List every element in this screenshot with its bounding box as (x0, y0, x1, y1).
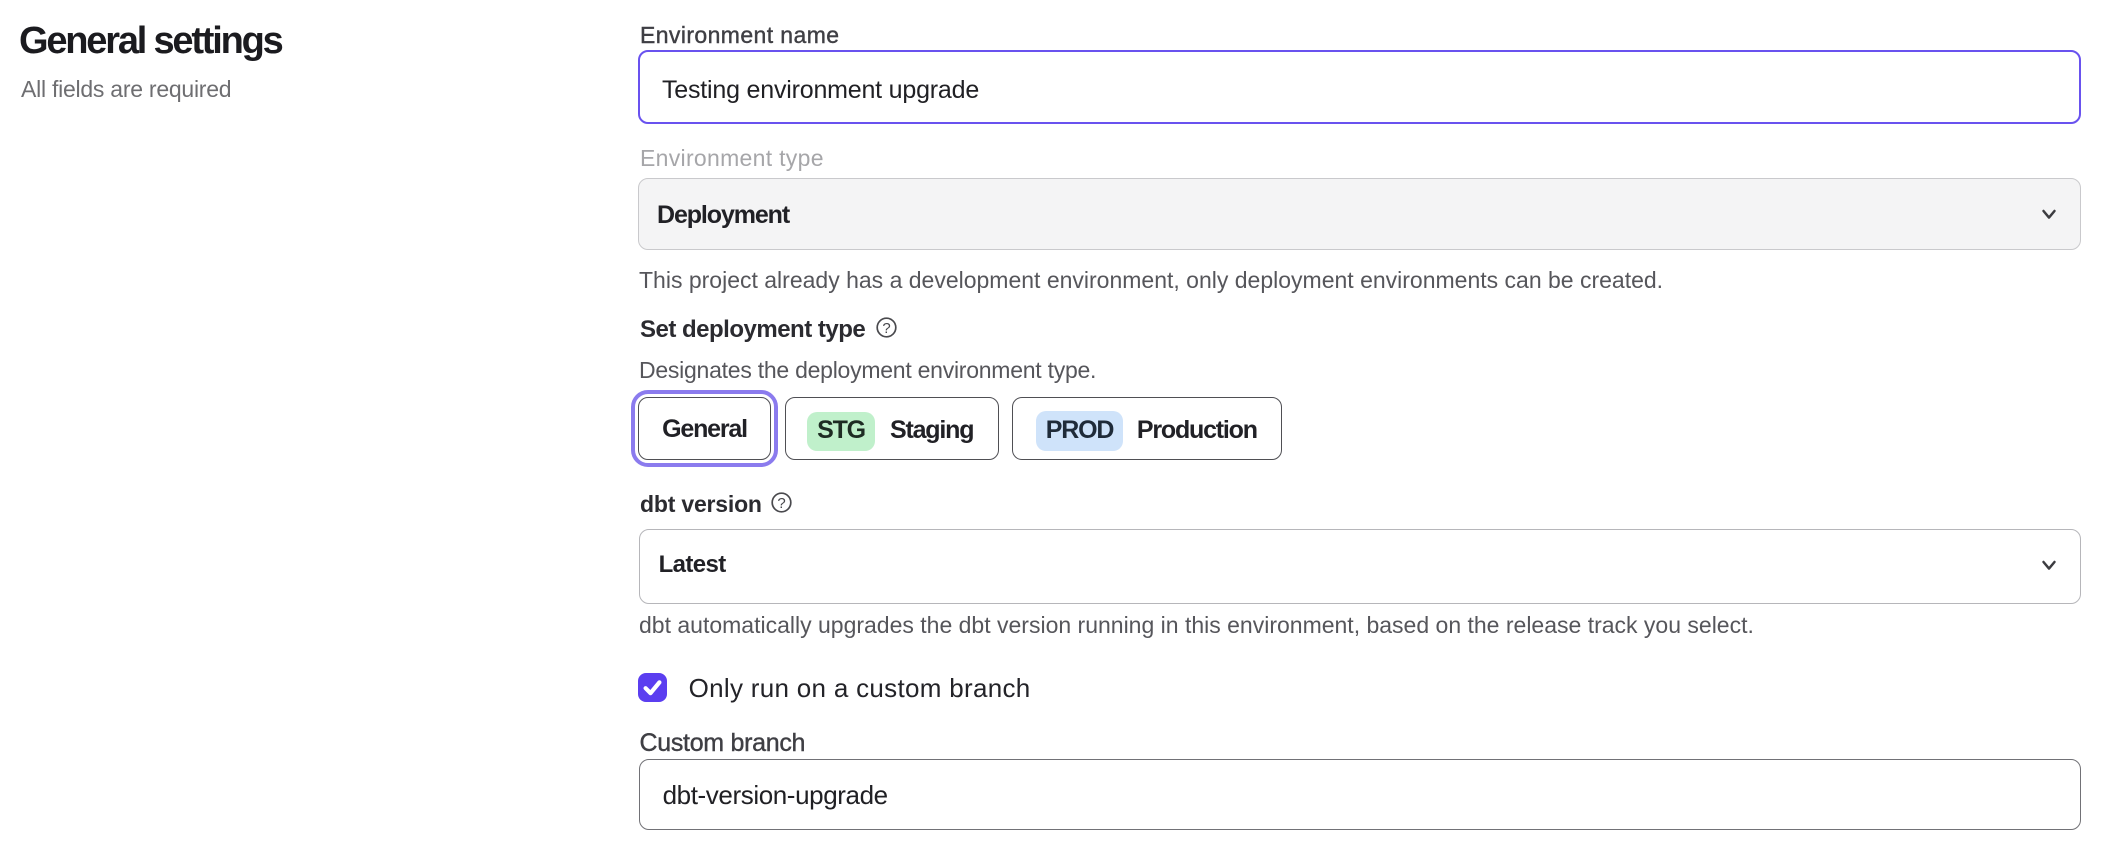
svg-text:?: ? (777, 495, 785, 512)
svg-text:?: ? (882, 319, 890, 336)
